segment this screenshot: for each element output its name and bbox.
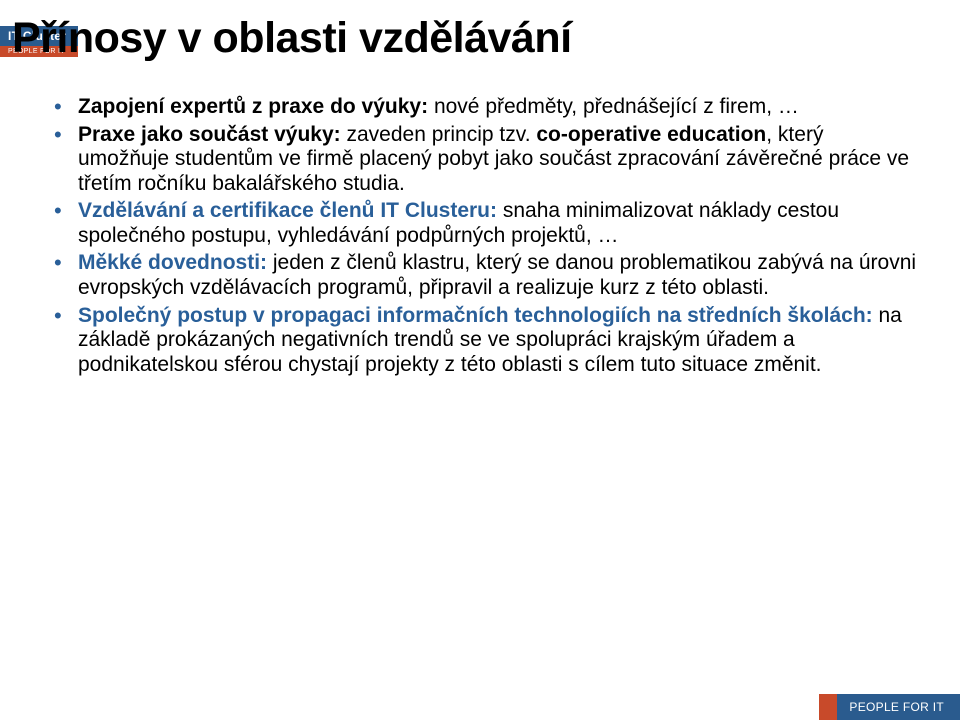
bullet-list: Zapojení expertů z praxe do výuky: nové …	[50, 95, 920, 380]
cursor-icon: ↖	[60, 62, 70, 76]
bullet-head: Společný postup v propagaci informačních…	[78, 304, 873, 327]
list-item: Vzdělávání a certifikace členů IT Cluste…	[50, 199, 920, 248]
bullet-head: Praxe jako součást výuky:	[78, 123, 341, 146]
footer-accent	[819, 694, 837, 720]
bullet-tail: zaveden princip tzv.	[341, 123, 537, 146]
list-item: Měkké dovednosti: jeden z členů klastru,…	[50, 251, 920, 300]
list-item: Praxe jako součást výuky: zaveden princi…	[50, 123, 920, 197]
footer: PEOPLE FOR IT	[819, 694, 960, 720]
bullet-head: Vzdělávání a certifikace členů IT Cluste…	[78, 199, 497, 222]
list-item: Zapojení expertů z praxe do výuky: nové …	[50, 95, 920, 120]
bullet-emphasis: co-operative education	[536, 123, 766, 146]
footer-label: PEOPLE FOR IT	[837, 694, 960, 720]
bullet-head: Měkké dovednosti:	[78, 251, 267, 274]
bullet-head: Zapojení expertů z praxe do výuky:	[78, 95, 428, 118]
page-title: Přínosy v oblasti vzdělávání	[12, 14, 572, 63]
list-item: Společný postup v propagaci informačních…	[50, 304, 920, 378]
slide: IT Cluster PEOPLE FOR IT ↖ Přínosy v obl…	[0, 0, 960, 720]
bullet-tail: nové předměty, přednášející z firem, …	[428, 95, 799, 118]
